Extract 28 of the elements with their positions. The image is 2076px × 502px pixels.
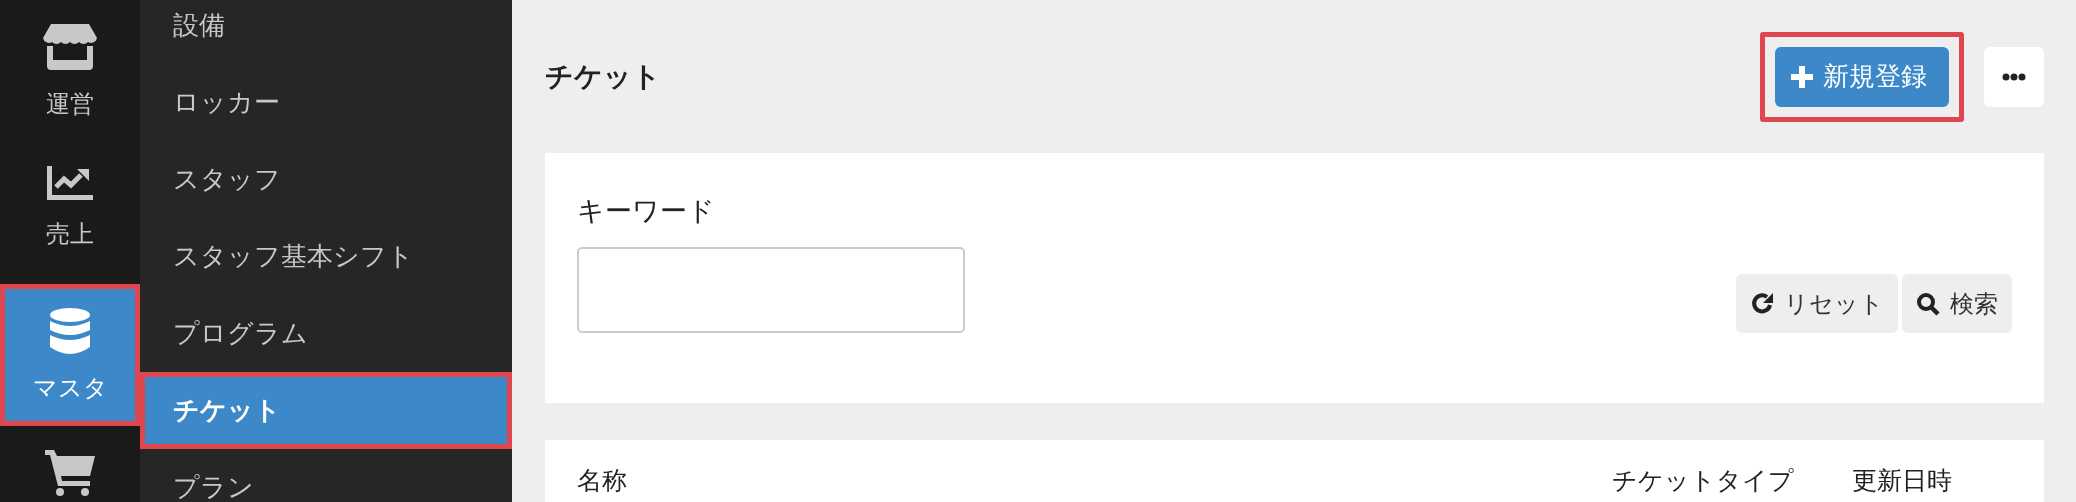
column-header: チケットタイプ: [1612, 465, 1795, 497]
store-icon: [43, 24, 97, 70]
plus-icon: [1791, 65, 1813, 88]
keyword-field[interactable]: [577, 247, 965, 333]
column-header: 名称: [577, 465, 628, 497]
submenu-item[interactable]: チケット: [140, 372, 512, 449]
submenu-item[interactable]: プラン: [140, 449, 512, 502]
new-button[interactable]: 新規登録: [1775, 46, 1949, 107]
column-header: 更新日時: [1852, 465, 1953, 497]
page-title: チケット: [545, 58, 662, 95]
chart-icon: [47, 166, 93, 200]
submenu-item[interactable]: スタッフ: [140, 141, 512, 218]
submenu-item[interactable]: スタッフ基本シフト: [140, 218, 512, 295]
keyword-label: キーワード: [577, 194, 716, 228]
rail-item[interactable]: マスタ: [0, 284, 140, 426]
search-icon: [1916, 291, 1940, 316]
database-icon: [50, 308, 90, 354]
more-button[interactable]: [1984, 46, 2044, 107]
rail-item[interactable]: 売上: [0, 142, 140, 284]
reset-button[interactable]: リセット: [1736, 274, 1898, 333]
search-button[interactable]: 検索: [1902, 274, 2012, 333]
cart-icon: [45, 450, 95, 496]
submenu-item[interactable]: ロッカー: [140, 64, 512, 141]
reload-icon: [1750, 291, 1774, 316]
submenu-item[interactable]: 設備: [140, 0, 512, 64]
submenu-item[interactable]: プログラム: [140, 295, 512, 372]
more-icon: [2002, 72, 2026, 81]
rail-item[interactable]: 運営: [0, 0, 140, 142]
